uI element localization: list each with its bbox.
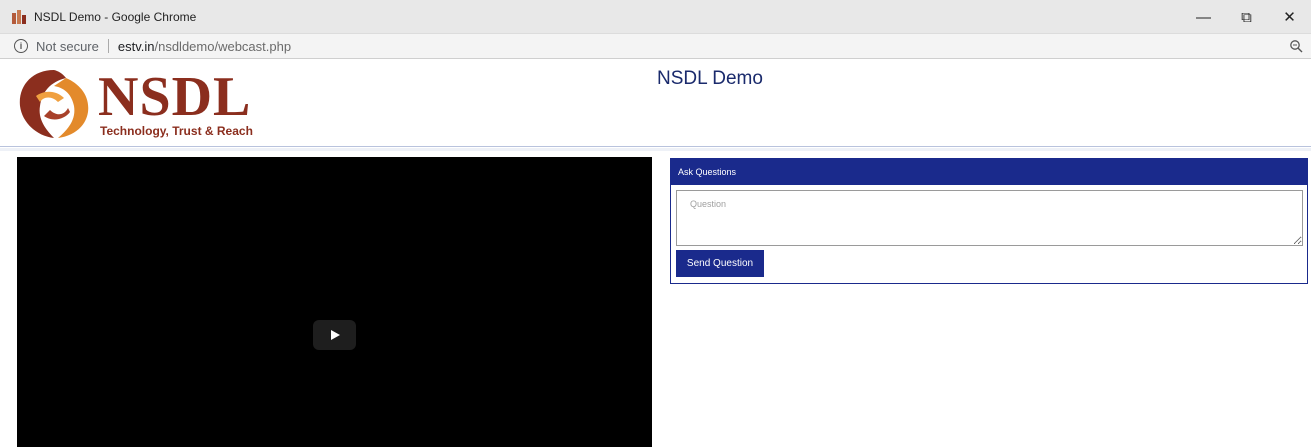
video-player[interactable] [17,157,652,447]
info-icon[interactable]: i [14,39,28,53]
page-title: NSDL Demo [657,68,763,89]
question-input[interactable] [676,190,1303,246]
logo-tagline: Technology, Trust & Reach [100,124,253,138]
site-favicon-icon [12,9,28,24]
browser-titlebar: NSDL Demo - Google Chrome — ⧉ ✕ [0,0,1311,34]
address-divider [107,39,109,53]
close-icon[interactable]: ✕ [1268,0,1311,34]
url-host[interactable]: estv.in [118,39,155,54]
panel-heading: Ask Questions [671,159,1307,185]
header-divider [0,148,1311,151]
play-icon [330,330,340,340]
window-title: NSDL Demo - Google Chrome [34,9,197,24]
url-path[interactable]: /nsdldemo/webcast.php [154,39,291,54]
logo-emblem-icon [19,70,89,138]
window-controls: — ⧉ ✕ [1182,0,1311,34]
zoom-icon[interactable] [1289,39,1303,53]
address-bar[interactable]: i Not secure estv.in /nsdldemo/webcast.p… [0,34,1311,59]
nsdl-logo[interactable]: NSDL Technology, Trust & Reach [14,65,264,143]
page-content: NSDL Technology, Trust & Reach NSDL Demo… [0,60,1311,447]
security-label[interactable]: Not secure [36,39,99,54]
logo-wordmark: NSDL [98,66,252,128]
ask-questions-panel: Ask Questions Send Question [670,158,1308,284]
restore-icon[interactable]: ⧉ [1225,0,1268,34]
site-header: NSDL Technology, Trust & Reach NSDL Demo [0,60,1311,147]
play-button[interactable] [313,320,356,350]
minimize-icon[interactable]: — [1182,0,1225,34]
send-question-button[interactable]: Send Question [676,250,764,277]
